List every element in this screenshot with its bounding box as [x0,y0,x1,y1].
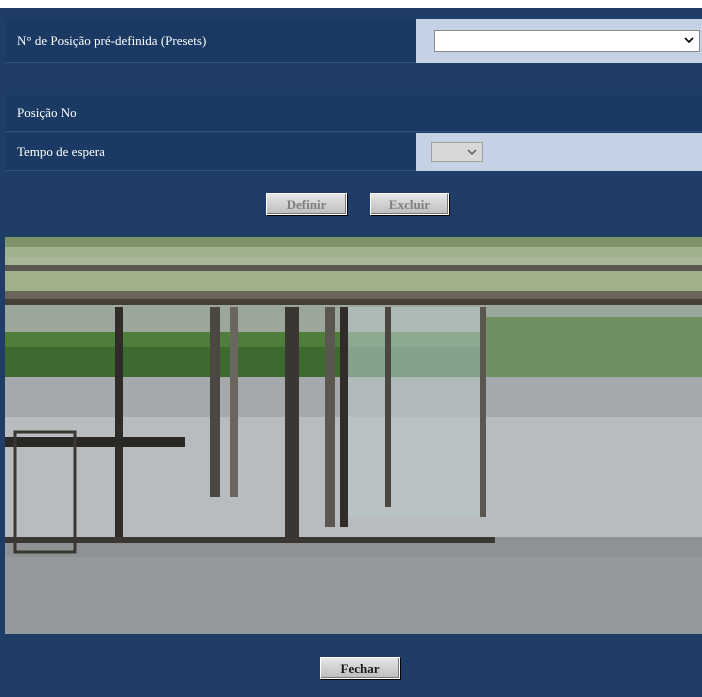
preset-select[interactable] [434,30,700,52]
wait-select[interactable] [431,142,483,162]
preset-label: N° de Posição pré-definida (Presets) [17,32,207,48]
position-row: Posição No [5,95,702,132]
preset-value-cell [416,19,702,63]
spacer-band [5,63,702,95]
delete-button[interactable]: Excluir [370,193,449,215]
preset-row: N° de Posição pré-definida (Presets) [5,19,702,63]
set-button[interactable]: Definir [266,193,347,215]
header-strip [5,8,702,18]
wait-label-cell: Tempo de espera [5,133,416,171]
wait-row: Tempo de espera [5,133,702,171]
chevron-down-icon [467,149,477,155]
close-button[interactable]: Fechar [320,657,400,679]
wait-label: Tempo de espera [17,143,105,159]
preset-label-cell: N° de Posição pré-definida (Presets) [5,19,416,63]
camera-image [5,237,702,634]
position-label-cell: Posição No [5,95,702,132]
position-label: Posição No [17,105,77,120]
preset-dialog: N° de Posição pré-definida (Presets) Pos… [0,0,702,697]
wait-value-cell [416,133,702,171]
camera-view[interactable] [5,237,702,634]
chevron-down-icon [684,37,694,44]
top-margin [0,0,702,8]
